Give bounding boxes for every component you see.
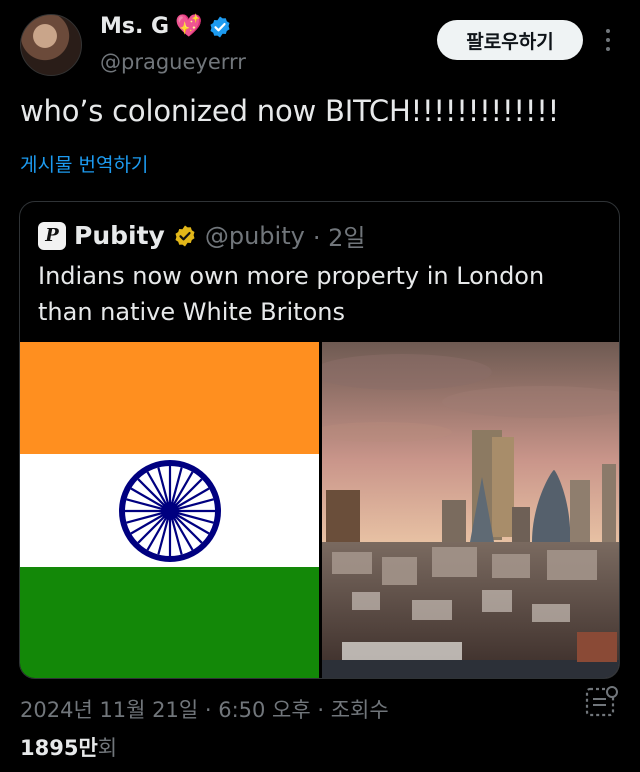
pubity-logo: P bbox=[38, 221, 66, 250]
quoted-tweet-text: Indians now own more property in London … bbox=[38, 262, 545, 326]
ashoka-chakra-icon bbox=[119, 460, 221, 562]
tweet-timestamp: 2024년 11월 21일 · 6:50 오후 · 조회수 bbox=[20, 698, 389, 722]
quoted-author-handle: @pubity bbox=[204, 221, 305, 250]
quoted-tweet-header: P Pubity @pubity · 2일 bbox=[38, 218, 365, 253]
london-skyline-graphic bbox=[322, 342, 619, 678]
author-display-name[interactable]: Ms. G bbox=[100, 14, 169, 39]
quoted-tweet-card[interactable]: P Pubity @pubity · 2일 Indians now own mo… bbox=[19, 201, 620, 679]
quoted-tweet-time: · 2일 bbox=[312, 224, 366, 252]
follow-button[interactable]: 팔로우하기 bbox=[437, 20, 583, 60]
quoted-author-name: Pubity bbox=[74, 221, 165, 250]
london-skyline-image[interactable] bbox=[322, 342, 619, 678]
author-name-row[interactable]: Ms. G 💖 bbox=[100, 14, 232, 39]
quoted-tweet-media[interactable] bbox=[20, 342, 619, 678]
author-avatar[interactable] bbox=[20, 14, 82, 76]
verified-gold-badge-icon bbox=[175, 225, 195, 246]
verified-badge-icon bbox=[210, 16, 230, 37]
india-flag-image[interactable] bbox=[20, 342, 319, 678]
views-unit: 회 bbox=[97, 736, 118, 760]
views-count-value: 1895만 bbox=[20, 736, 98, 760]
sparkling-heart-emoji: 💖 bbox=[175, 14, 203, 39]
more-options-icon[interactable] bbox=[598, 26, 618, 54]
tweet-view-count: 1895만회 bbox=[20, 732, 117, 762]
tweet-text: who’s colonized now BITCH!!!!!!!!!!!!! bbox=[20, 94, 560, 128]
author-handle[interactable]: @pragueyerrr bbox=[100, 50, 246, 74]
post-analytics-icon[interactable] bbox=[584, 684, 620, 720]
translate-post-link[interactable]: 게시물 번역하기 bbox=[20, 150, 148, 177]
